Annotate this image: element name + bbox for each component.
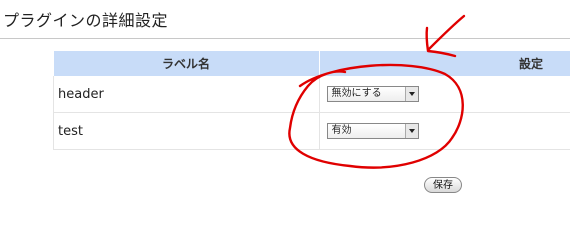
page-title: プラグインの詳細設定 (3, 11, 169, 30)
column-header-label: ラベル名 (53, 51, 319, 76)
title-divider (0, 38, 570, 39)
select-value: 無効にする (331, 88, 382, 99)
table-row: test 有効 (53, 112, 570, 150)
plugin-settings-page: プラグインの詳細設定 ラベル名 設定 header 無効にする test 有効 … (0, 0, 570, 200)
chevron-down-icon (404, 87, 418, 101)
table-row: header 無効にする (53, 76, 570, 113)
column-header-setting: 設定 (318, 51, 570, 76)
row-label: header (53, 76, 320, 113)
settings-table: ラベル名 設定 header 無効にする test 有効 (53, 51, 570, 150)
row-label: test (53, 112, 320, 150)
table-header-row: ラベル名 設定 (53, 51, 570, 76)
chevron-down-icon (404, 124, 418, 138)
save-button[interactable]: 保存 (424, 177, 462, 193)
header-setting-select[interactable]: 無効にする (326, 86, 419, 102)
row-setting-cell: 無効にする (319, 76, 570, 113)
annotation-arrow-icon (425, 14, 466, 58)
select-value: 有効 (331, 125, 352, 136)
test-setting-select[interactable]: 有効 (326, 123, 419, 139)
row-setting-cell: 有効 (319, 112, 570, 150)
